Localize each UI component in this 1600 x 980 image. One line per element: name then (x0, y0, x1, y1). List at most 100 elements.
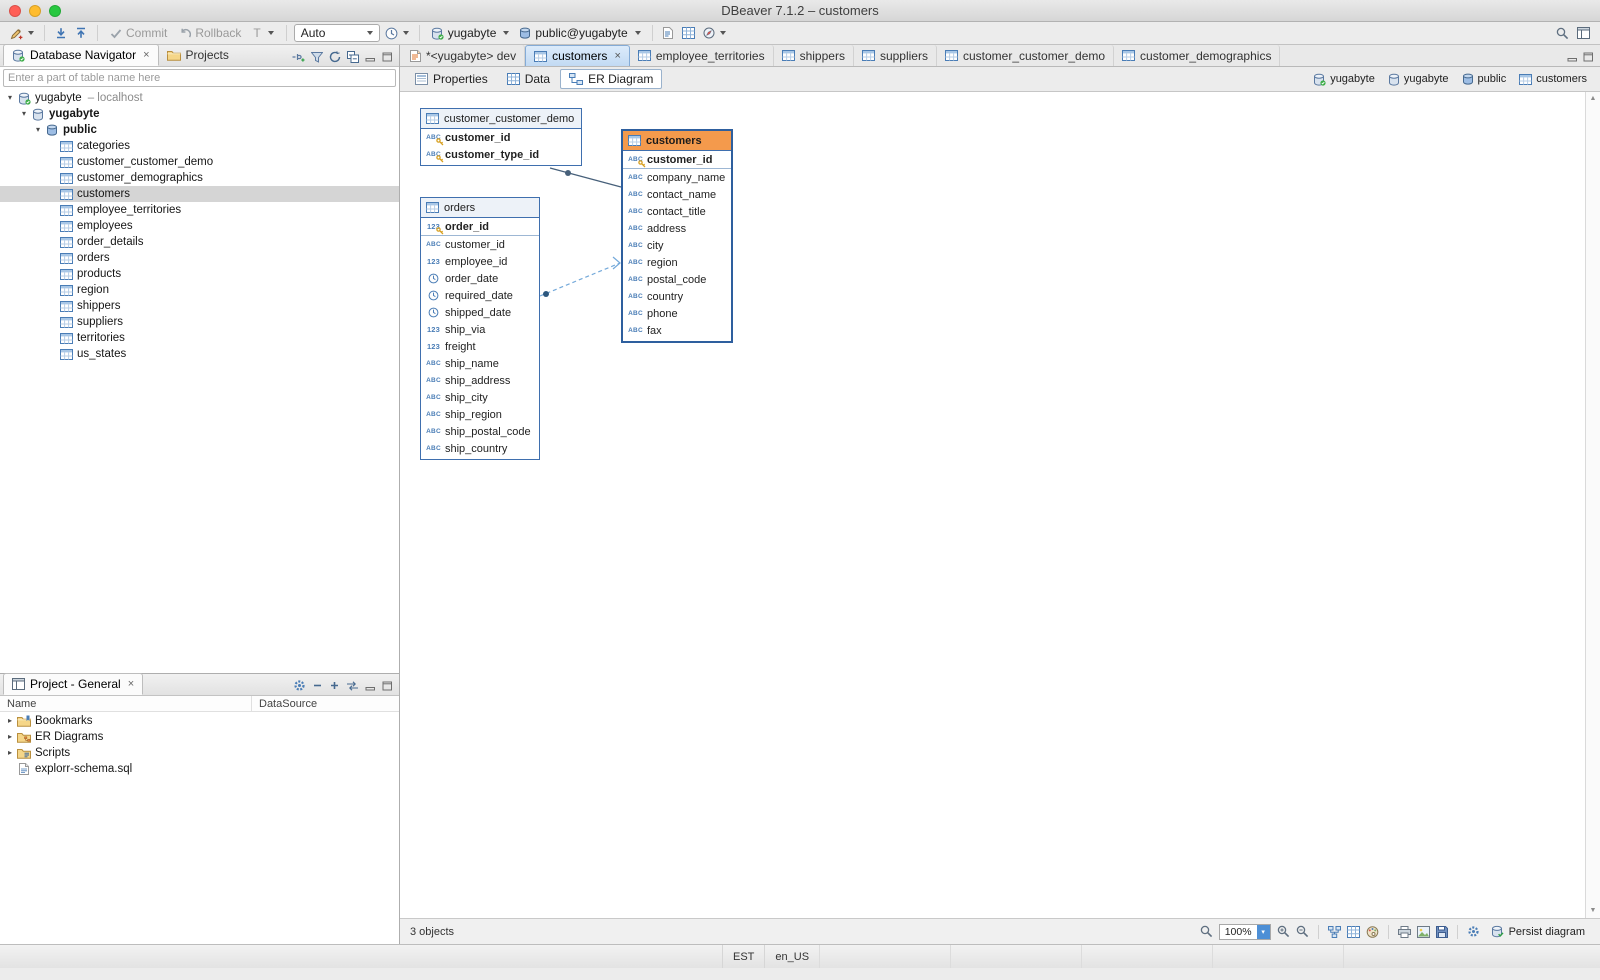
maximize-view-icon[interactable] (1583, 52, 1594, 62)
minimize-view-icon[interactable] (365, 681, 376, 691)
search-button[interactable] (1553, 24, 1572, 43)
arrow-down-button[interactable] (52, 24, 70, 43)
print-diagram-icon[interactable] (1398, 926, 1411, 938)
zoom-out-icon[interactable] (1296, 925, 1309, 938)
minimize-view-icon[interactable] (1567, 52, 1578, 62)
er-column-ship-address[interactable]: ABCship_address (421, 372, 539, 389)
column-header-name[interactable]: Name (0, 696, 252, 712)
tree-item-us-states[interactable]: us_states (0, 346, 399, 362)
zoom-window-button[interactable] (49, 5, 61, 17)
breadcrumb-item-yugabyte-0[interactable]: yugabyte (1310, 72, 1378, 87)
expander-icon[interactable]: ▸ (4, 729, 16, 745)
close-icon[interactable]: × (128, 678, 134, 690)
tree-item-products[interactable]: products (0, 266, 399, 282)
er-column-ship-name[interactable]: ABCship_name (421, 355, 539, 372)
chevron-down-icon[interactable]: ▾ (1257, 925, 1270, 939)
editor-tab-customers[interactable]: customers× (525, 45, 630, 66)
transaction-mode-button[interactable]: T (248, 24, 278, 43)
tab-database-navigator[interactable]: Database Navigator × (3, 44, 159, 66)
tree-item-orders[interactable]: orders (0, 250, 399, 266)
tree-item-yugabyte[interactable]: ▾yugabyte (0, 106, 399, 122)
tree-item-yugabyte[interactable]: ▾yugabyte– localhost (0, 90, 399, 106)
export-image-icon[interactable] (1417, 926, 1430, 938)
er-column-company-name[interactable]: ABCcompany_name (623, 169, 731, 186)
er-column-employee-id[interactable]: 123employee_id (421, 253, 539, 270)
editor-tab-customer-demographics[interactable]: customer_demographics (1114, 45, 1280, 66)
transaction-log-button[interactable] (382, 24, 412, 43)
column-header-datasource[interactable]: DataSource (252, 698, 317, 710)
save-diagram-icon[interactable] (1436, 926, 1448, 938)
er-column-region[interactable]: ABCregion (623, 254, 731, 271)
zoom-in-icon[interactable] (1277, 925, 1290, 938)
er-column-country[interactable]: ABCcountry (623, 288, 731, 305)
er-column-ship-city[interactable]: ABCship_city (421, 389, 539, 406)
expander-icon[interactable]: ▾ (18, 106, 30, 122)
er-table-customers[interactable]: customersABCcustomer_idABCcompany_name AB… (621, 129, 733, 343)
er-table-orders[interactable]: orders123order_idABCcustomer_id123employ… (420, 197, 540, 460)
er-table-header[interactable]: customer_customer_demo (421, 109, 581, 129)
er-column-required-date[interactable]: required_date (421, 287, 539, 304)
vertical-scrollbar[interactable]: ▲ ▼ (1585, 92, 1600, 918)
er-column-ship-region[interactable]: ABCship_region (421, 406, 539, 423)
breadcrumb-item-yugabyte-1[interactable]: yugabyte (1385, 72, 1452, 87)
tab-projects[interactable]: Projects (159, 44, 237, 66)
close-icon[interactable]: × (143, 49, 149, 61)
project-item-er-diagrams[interactable]: ▸ER Diagrams (0, 729, 399, 745)
editor-tab-suppliers[interactable]: suppliers (854, 45, 937, 66)
er-diagram-canvas[interactable]: customer_customer_demoABCcustomer_idABCc… (400, 92, 1585, 918)
tree-item-customers[interactable]: customers (0, 186, 399, 202)
expand-icon[interactable] (329, 680, 340, 691)
er-column-address[interactable]: ABCaddress (623, 220, 731, 237)
zoom-reset-icon[interactable] (1200, 925, 1213, 938)
toggle-grid-icon[interactable] (1347, 926, 1360, 938)
er-column-contact-title[interactable]: ABCcontact_title (623, 203, 731, 220)
link-editor-icon[interactable] (346, 681, 359, 691)
data-transfer-button[interactable] (679, 24, 698, 43)
editor-tab-yugabyte-dev[interactable]: *<yugabyte> dev (402, 45, 525, 66)
er-column-customer-id[interactable]: ABCcustomer_id (623, 151, 731, 168)
tree-item-customer-customer-demo[interactable]: customer_customer_demo (0, 154, 399, 170)
er-column-shipped-date[interactable]: shipped_date (421, 304, 539, 321)
er-column-customer-type-id[interactable]: ABCcustomer_type_id (421, 146, 581, 163)
zoom-combo[interactable]: 100% ▾ (1219, 924, 1271, 940)
breadcrumb-item-customers-3[interactable]: customers (1516, 72, 1590, 86)
connection-selector[interactable]: yugabyte (427, 24, 514, 43)
er-column-postal-code[interactable]: ABCpostal_code (623, 271, 731, 288)
collapse-icon[interactable] (312, 680, 323, 691)
project-item-bookmarks[interactable]: ▸Bookmarks (0, 713, 399, 729)
editor-tab-employee-territories[interactable]: employee_territories (630, 45, 774, 66)
tree-item-territories[interactable]: territories (0, 330, 399, 346)
er-column-fax[interactable]: ABCfax (623, 322, 731, 339)
tree-item-categories[interactable]: categories (0, 138, 399, 154)
er-column-order-id[interactable]: 123order_id (421, 218, 539, 235)
tab-er-diagram[interactable]: ER Diagram (560, 69, 662, 89)
expander-icon[interactable]: ▾ (4, 90, 16, 106)
editor-tab-shippers[interactable]: shippers (774, 45, 854, 66)
maximize-view-icon[interactable] (382, 681, 393, 691)
expander-icon[interactable]: ▾ (32, 122, 44, 138)
diagram-settings-icon[interactable] (1467, 925, 1480, 938)
er-table-header[interactable]: customers (623, 131, 731, 151)
diagram-color-icon[interactable] (1366, 926, 1379, 938)
expander-icon[interactable]: ▸ (4, 713, 16, 729)
minimize-view-icon[interactable] (365, 52, 376, 62)
close-icon[interactable]: × (614, 50, 620, 62)
settings-gear-icon[interactable] (293, 679, 306, 692)
new-object-button[interactable] (7, 24, 37, 43)
er-table-customer-customer-demo[interactable]: customer_customer_demoABCcustomer_idABCc… (420, 108, 582, 166)
scroll-up-icon[interactable]: ▲ (1590, 94, 1597, 104)
filter-icon[interactable] (311, 52, 323, 63)
sql-editor-button[interactable] (660, 24, 677, 43)
scroll-down-icon[interactable]: ▼ (1590, 906, 1597, 916)
table-filter-input[interactable] (3, 69, 396, 87)
tree-item-employees[interactable]: employees (0, 218, 399, 234)
perspective-button[interactable] (1574, 24, 1593, 43)
breadcrumb-item-public-2[interactable]: public (1459, 72, 1510, 86)
er-column-order-date[interactable]: order_date (421, 270, 539, 287)
tab-data[interactable]: Data (498, 69, 559, 89)
editor-tab-customer-customer-demo[interactable]: customer_customer_demo (937, 45, 1114, 66)
tree-item-public[interactable]: ▾public (0, 122, 399, 138)
tree-item-suppliers[interactable]: suppliers (0, 314, 399, 330)
persist-diagram-button[interactable]: Persist diagram (1486, 924, 1590, 939)
collapse-all-icon[interactable] (347, 51, 359, 63)
